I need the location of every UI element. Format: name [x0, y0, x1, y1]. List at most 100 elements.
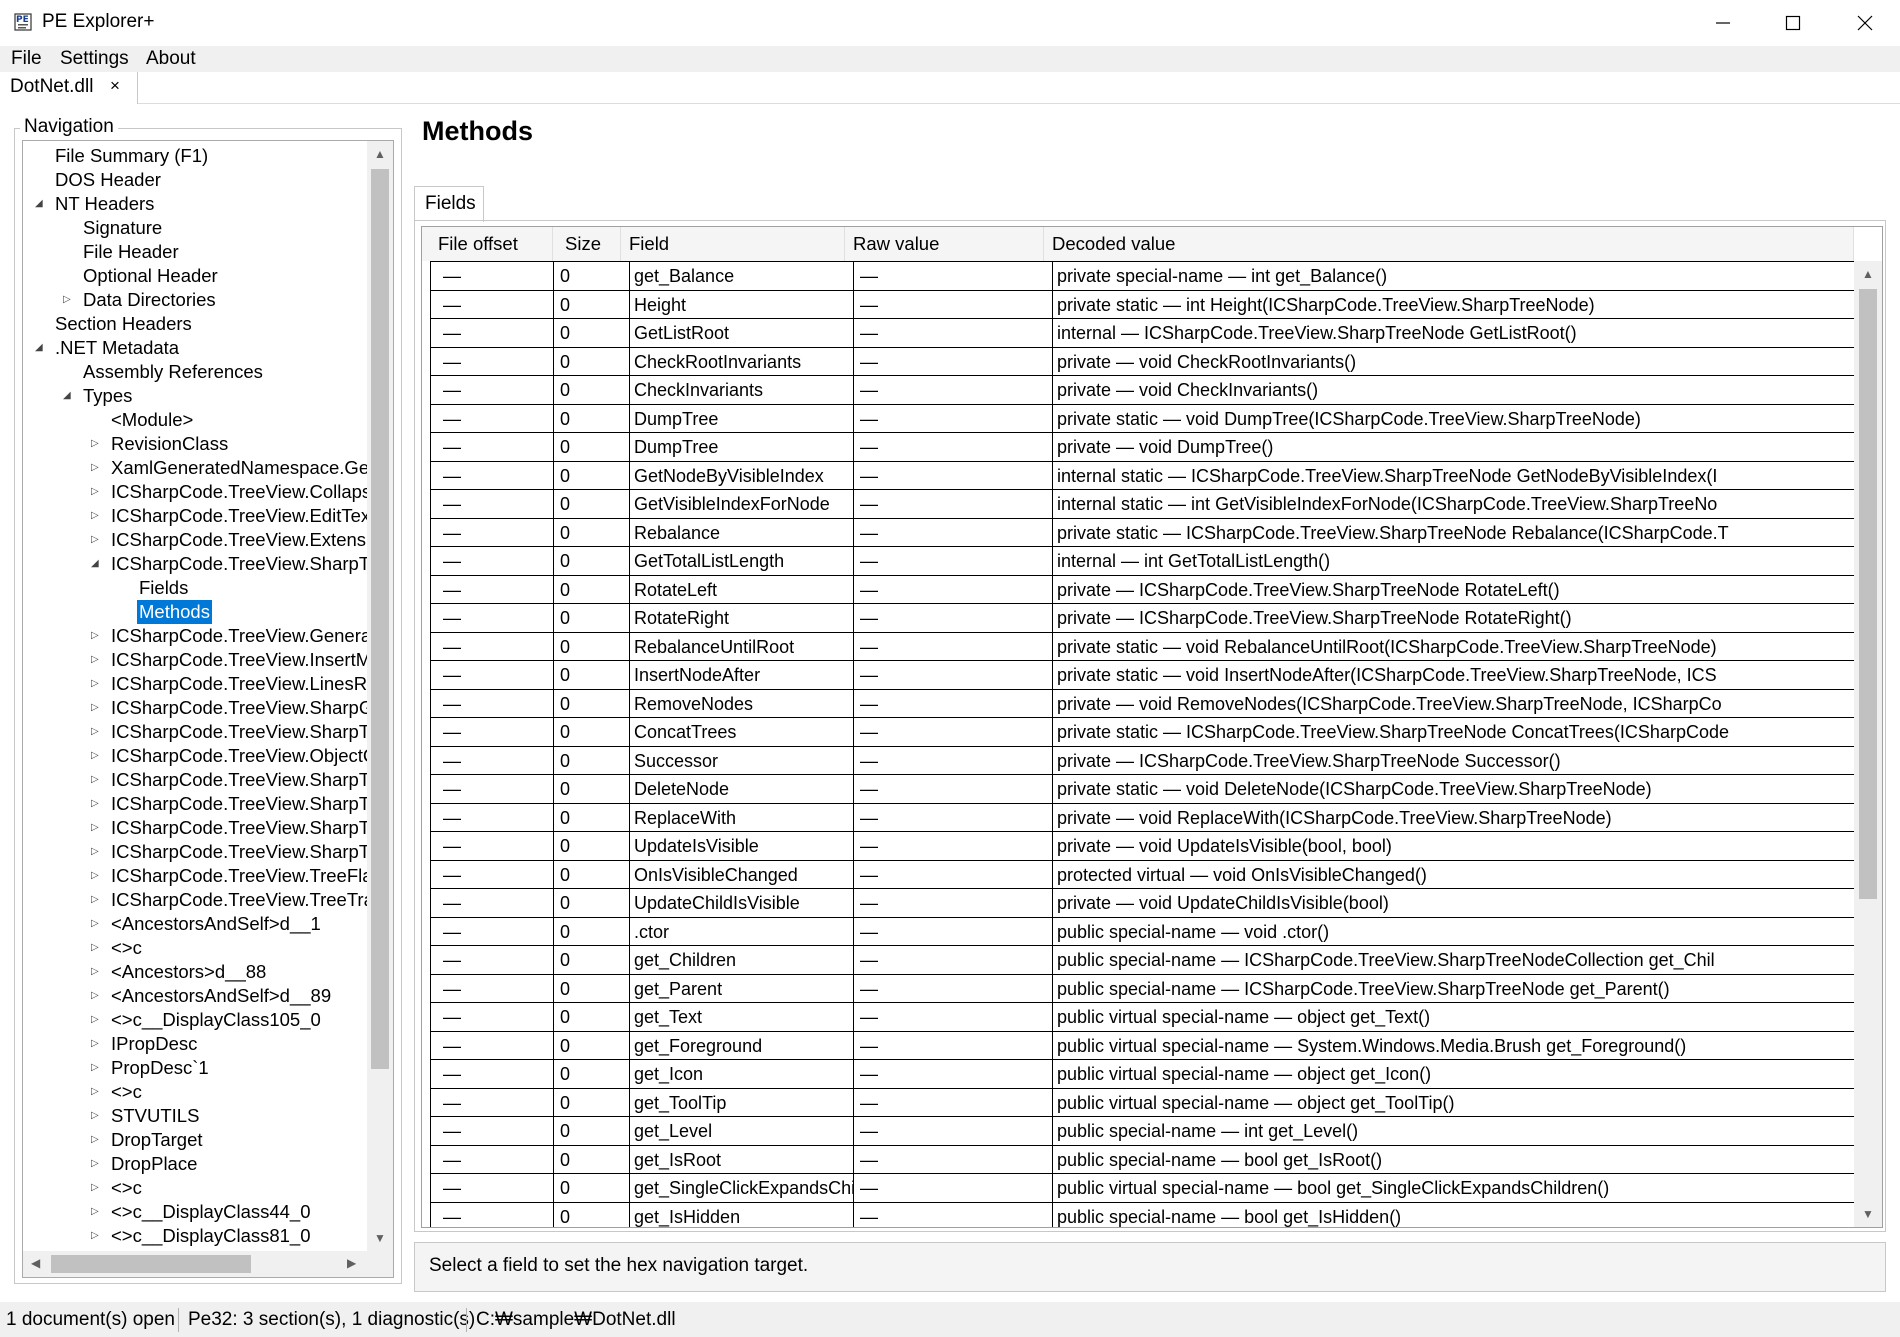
tree-item[interactable]: ▷ ICSharpCode.TreeView.InsertMa — [23, 648, 367, 672]
expand-arrow-icon[interactable]: ▷ — [91, 432, 99, 456]
table-vertical-scrollbar[interactable]: ▲ ▼ — [1854, 261, 1882, 1227]
menu-settings[interactable]: Settings — [60, 48, 129, 70]
table-row[interactable]: —0 get_Balance — private special-name — int… — [430, 261, 1854, 290]
expand-arrow-icon[interactable]: ▷ — [91, 912, 99, 936]
document-tab-close-icon[interactable]: × — [110, 76, 120, 96]
expand-arrow-icon[interactable]: ▷ — [91, 984, 99, 1008]
tree-item[interactable]: ▷ ICSharpCode.TreeView.ObjectC — [23, 744, 367, 768]
table-row[interactable]: —0 RotateLeft — private — ICSharpCode.TreeV… — [430, 574, 1854, 604]
expand-arrow-icon[interactable]: ▷ — [91, 744, 99, 768]
table-row[interactable]: —0 UpdateIsVisible — private — void UpdateI… — [430, 831, 1854, 860]
expand-arrow-icon[interactable]: ▷ — [91, 840, 99, 864]
table-row[interactable]: —0 get_Parent — public special-name — ICSha… — [430, 973, 1854, 1003]
table-row[interactable]: —0 ConcatTrees — private static — ICSharpCo… — [430, 717, 1854, 746]
menu-about[interactable]: About — [146, 48, 196, 70]
table-row[interactable]: —0 DumpTree — private static — void DumpTre… — [430, 403, 1854, 433]
scroll-left-icon[interactable]: ◀ — [31, 1256, 40, 1270]
tree-item[interactable]: Assembly References — [23, 360, 367, 384]
expand-arrow-icon[interactable]: ▷ — [91, 768, 99, 792]
tree-item[interactable]: ▷ ICSharpCode.TreeView.SharpTr — [23, 792, 367, 816]
expand-arrow-icon[interactable]: ▷ — [91, 504, 99, 528]
table-row[interactable]: —0 RemoveNodes — private — void RemoveNodes… — [430, 688, 1854, 718]
tree-item[interactable]: ▷ PropDesc`1 — [23, 1056, 367, 1080]
table-row[interactable]: —0 CheckInvariants — private — void CheckIn… — [430, 375, 1854, 404]
expand-arrow-icon[interactable]: ▷ — [91, 1056, 99, 1080]
close-window-button[interactable] — [1830, 0, 1900, 46]
tree-item[interactable]: ▷ ICSharpCode.TreeView.EditText — [23, 504, 367, 528]
expand-arrow-icon[interactable]: ▷ — [91, 528, 99, 552]
expand-arrow-icon[interactable]: ▷ — [63, 288, 71, 312]
table-row[interactable]: —0get_SingleClickExpandsChildren—public … — [430, 1173, 1854, 1202]
tree-item[interactable]: ▷ ICSharpCode.TreeView.TreeTrav — [23, 888, 367, 912]
expand-arrow-icon[interactable]: ▷ — [91, 1080, 99, 1104]
table-row[interactable]: —0 .ctor — public special-name — void .ctor… — [430, 916, 1854, 946]
tree-item[interactable]: ▷ ICSharpCode.TreeView.SharpGr — [23, 696, 367, 720]
table-row[interactable]: —0 get_Foreground — public virtual special-… — [430, 1030, 1854, 1060]
tree-item[interactable]: ▷ <>c — [23, 936, 367, 960]
collapse-arrow-icon[interactable]: ◢ — [91, 552, 99, 576]
tree-item[interactable]: Section Headers — [23, 312, 367, 336]
scroll-up-icon[interactable]: ▲ — [1862, 267, 1874, 281]
table-row[interactable]: —0 DumpTree — private — void DumpTree() — [430, 432, 1854, 461]
table-row[interactable]: —0 OnIsVisibleChanged — protected virtual —… — [430, 859, 1854, 889]
scroll-up-icon[interactable]: ▲ — [374, 147, 386, 161]
tree-item[interactable]: Fields — [23, 576, 367, 600]
table-row[interactable]: —0 ReplaceWith — private — void ReplaceWith… — [430, 802, 1854, 832]
tree-item[interactable]: ▷ ICSharpCode.TreeView.SharpTr — [23, 840, 367, 864]
table-row[interactable]: —0 RebalanceUntilRoot — private static — vo… — [430, 631, 1854, 661]
tree-item[interactable]: ▷ <>c__DisplayClass44_0 — [23, 1200, 367, 1224]
expand-arrow-icon[interactable]: ▷ — [91, 888, 99, 912]
table-row[interactable]: —0 Successor — private — ICSharpCode.TreeVi… — [430, 745, 1854, 775]
tree-item[interactable]: ◢ Types — [23, 384, 367, 408]
expand-arrow-icon[interactable]: ▷ — [91, 960, 99, 984]
column-header-decoded-value[interactable]: Decoded value — [1044, 227, 1854, 261]
table-row[interactable]: —0 get_IsRoot — public special-name — bool … — [430, 1144, 1854, 1174]
tree-item[interactable]: ▷ ICSharpCode.TreeView.TreeFlat — [23, 864, 367, 888]
menu-file[interactable]: File — [11, 48, 42, 70]
scroll-down-icon[interactable]: ▼ — [374, 1231, 386, 1245]
tree-item[interactable]: ▷ <>c — [23, 1176, 367, 1200]
collapse-arrow-icon[interactable]: ◢ — [63, 384, 71, 408]
table-row[interactable]: —0 InsertNodeAfter — private static — void … — [430, 660, 1854, 689]
tree-item[interactable]: ▷ ICSharpCode.TreeView.Extensio — [23, 528, 367, 552]
expand-arrow-icon[interactable]: ▷ — [91, 672, 99, 696]
table-row[interactable]: —0 UpdateChildIsVisible — private — void Up… — [430, 888, 1854, 917]
tree-item[interactable]: ◢ NT Headers — [23, 192, 367, 216]
maximize-button[interactable] — [1758, 0, 1828, 46]
tree-item[interactable]: ▷ DropPlace — [23, 1152, 367, 1176]
tree-item[interactable]: <Module> — [23, 408, 367, 432]
tree-item[interactable]: ▷ <AncestorsAndSelf>d__1 — [23, 912, 367, 936]
table-row[interactable]: —0 GetTotalListLength — internal — int GetT… — [430, 546, 1854, 575]
expand-arrow-icon[interactable]: ▷ — [91, 1176, 99, 1200]
tree-item[interactable]: Signature — [23, 216, 367, 240]
expand-arrow-icon[interactable]: ▷ — [91, 816, 99, 840]
table-row[interactable]: —0 Rebalance — private static — ICSharpCode… — [430, 517, 1854, 547]
table-row[interactable]: —0 GetVisibleIndexForNode — internal static… — [430, 489, 1854, 518]
expand-arrow-icon[interactable]: ▷ — [91, 1104, 99, 1128]
expand-arrow-icon[interactable]: ▷ — [91, 1128, 99, 1152]
tree-item[interactable]: File Summary (F1) — [23, 144, 367, 168]
tree-item[interactable]: ▷ <Ancestors>d__88 — [23, 960, 367, 984]
expand-arrow-icon[interactable]: ▷ — [91, 936, 99, 960]
tree-item[interactable]: ▷ <>c__DisplayClass105_0 — [23, 1008, 367, 1032]
tree-item[interactable]: ▷ RevisionClass — [23, 432, 367, 456]
tree-item[interactable]: ▷ XamlGeneratedNamespace.Ger — [23, 456, 367, 480]
navigation-horizontal-scroll-thumb[interactable] — [51, 1255, 251, 1273]
tree-item[interactable]: ▷ STVUTILS — [23, 1104, 367, 1128]
expand-arrow-icon[interactable]: ▷ — [91, 648, 99, 672]
tab-fields[interactable]: Fields — [414, 186, 484, 222]
expand-arrow-icon[interactable]: ▷ — [91, 864, 99, 888]
tree-item[interactable]: ◢ ICSharpCode.TreeView.SharpTr — [23, 552, 367, 576]
table-row[interactable]: —0 get_Icon — public virtual special-name —… — [430, 1059, 1854, 1088]
table-row[interactable]: —0 Height — private static — int Height(ICS… — [430, 289, 1854, 319]
navigation-vertical-scrollbar[interactable]: ▲ ▼ — [367, 141, 393, 1251]
expand-arrow-icon[interactable]: ▷ — [91, 792, 99, 816]
expand-arrow-icon[interactable]: ▷ — [91, 1032, 99, 1056]
expand-arrow-icon[interactable]: ▷ — [91, 480, 99, 504]
expand-arrow-icon[interactable]: ▷ — [91, 1152, 99, 1176]
table-row[interactable]: —0 get_Level — public special-name — int ge… — [430, 1116, 1854, 1145]
table-row[interactable]: —0 get_Text — public virtual special-name —… — [430, 1002, 1854, 1031]
document-tab[interactable]: DotNet.dll × — [0, 72, 138, 104]
column-header-file-offset[interactable]: File offset — [422, 227, 553, 261]
tree-item[interactable]: ▷ IPropDesc — [23, 1032, 367, 1056]
